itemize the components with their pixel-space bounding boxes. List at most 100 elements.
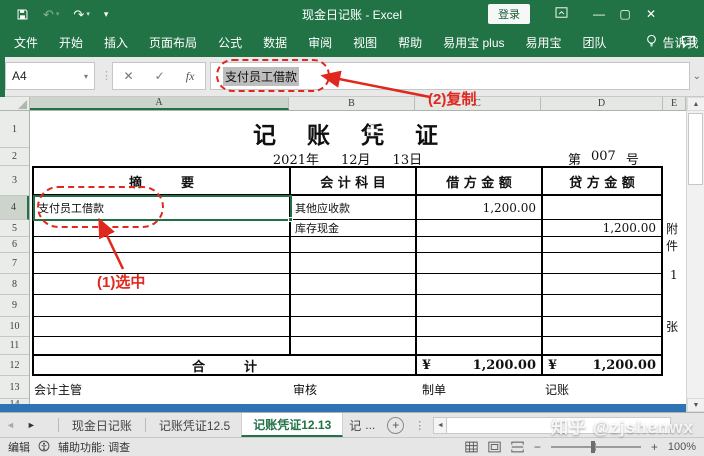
row-header[interactable]: 6 (0, 237, 29, 253)
cell[interactable] (291, 274, 417, 295)
select-all-corner[interactable] (0, 97, 30, 110)
ribbon-tab-file[interactable]: 文件 (14, 34, 38, 51)
row-header[interactable]: 1 (0, 111, 29, 148)
sheet-nav-left-icon[interactable]: ◄ (0, 420, 21, 430)
vertical-scrollbar[interactable]: ▲ ▼ (686, 97, 704, 412)
row-header[interactable]: 7 (0, 253, 29, 274)
zoom-level[interactable]: 100% (668, 441, 696, 453)
zoom-out-icon[interactable]: − (534, 440, 541, 454)
hscroll-left-icon[interactable]: ◄ (433, 417, 447, 434)
save-icon[interactable] (16, 8, 29, 21)
page-layout-view-icon[interactable] (488, 441, 501, 453)
cell[interactable] (34, 274, 291, 295)
cell[interactable] (417, 317, 543, 337)
cell-b4[interactable]: 其他应收款 (291, 196, 417, 220)
cell[interactable] (543, 317, 661, 337)
cell-a4[interactable]: 支付员工借款 (34, 196, 291, 220)
zoom-slider-thumb[interactable] (591, 441, 595, 453)
login-button[interactable]: 登录 (488, 4, 530, 24)
cell-c4[interactable]: 1,200.00 (417, 196, 543, 220)
normal-view-icon[interactable] (465, 441, 478, 453)
row-header[interactable]: 10 (0, 317, 29, 337)
cell[interactable] (417, 274, 543, 295)
cell[interactable] (543, 337, 661, 355)
row-header[interactable]: 12 (0, 355, 29, 376)
cell[interactable] (291, 317, 417, 337)
cell[interactable] (543, 295, 661, 317)
scroll-up-icon[interactable]: ▲ (687, 97, 704, 111)
cell-d5[interactable]: 1,200.00 (543, 220, 661, 237)
total-credit[interactable]: ¥ 1,200.00 (543, 355, 661, 374)
ribbon-tab-help[interactable]: 帮助 (398, 34, 422, 51)
add-sheet-icon[interactable]: + (387, 417, 404, 434)
cell[interactable] (543, 253, 661, 274)
page-break-view-icon[interactable] (511, 441, 524, 453)
cell-a5[interactable] (34, 220, 291, 237)
ribbon-tab-yiyongbao-plus[interactable]: 易用宝 plus (443, 34, 504, 51)
cell[interactable] (34, 317, 291, 337)
cell[interactable] (34, 295, 291, 317)
sheet-tab-voucher-12-13[interactable]: 记账凭证12.13 (241, 413, 343, 437)
column-header-a[interactable]: A (30, 97, 289, 110)
cell[interactable] (291, 295, 417, 317)
comment-icon[interactable] (681, 35, 696, 51)
cell-c5[interactable] (417, 220, 543, 237)
ribbon-tab-insert[interactable]: 插入 (104, 34, 128, 51)
customize-qat-icon[interactable]: ▾ (104, 10, 109, 19)
name-box[interactable]: A4 ▾ (5, 62, 95, 90)
scroll-down-icon[interactable]: ▼ (687, 398, 704, 412)
sheet-nav-right-icon[interactable]: ► (21, 420, 42, 430)
cell-d4[interactable] (543, 196, 661, 220)
minimize-button[interactable]: — (586, 7, 612, 21)
close-button[interactable]: ✕ (638, 7, 664, 21)
total-debit[interactable]: ¥ 1,200.00 (417, 355, 543, 374)
ribbon-display-options-icon[interactable] (548, 7, 574, 21)
accessibility-status[interactable]: 辅助功能: 调查 (58, 439, 130, 455)
row-header-selected[interactable]: 4 (0, 196, 29, 220)
ribbon-tab-home[interactable]: 开始 (59, 34, 83, 51)
row-header[interactable]: 3 (0, 166, 29, 196)
cell[interactable] (291, 337, 417, 355)
ribbon-tab-view[interactable]: 视图 (353, 34, 377, 51)
total-label[interactable]: 合 计 (34, 355, 417, 374)
cell[interactable] (291, 253, 417, 274)
footer-bookkeeper[interactable]: 记账 (545, 381, 569, 398)
row-header[interactable]: 11 (0, 337, 29, 355)
cell[interactable] (417, 295, 543, 317)
column-header-e[interactable]: E (663, 97, 686, 110)
expand-formula-bar-icon[interactable]: ⌄ (693, 71, 701, 82)
vertical-scrollbar-thumb[interactable] (688, 113, 703, 185)
cell[interactable] (543, 237, 661, 253)
zoom-in-icon[interactable]: + (651, 440, 658, 454)
insert-function-icon[interactable]: fx (186, 69, 195, 84)
header-debit[interactable]: 借 方 金 额 (417, 168, 543, 196)
cell-b5[interactable]: 库存现金 (291, 220, 417, 237)
ribbon-tab-review[interactable]: 审阅 (308, 34, 332, 51)
sheet-tab-partial[interactable]: 记... (343, 413, 381, 437)
ribbon-tab-data[interactable]: 数据 (263, 34, 287, 51)
header-account[interactable]: 会 计 科 目 (291, 168, 417, 196)
redo-icon[interactable]: ↷▾ (73, 8, 89, 21)
row-header[interactable]: 8 (0, 274, 29, 295)
tab-options-icon[interactable]: ⋮ (414, 419, 425, 432)
maximize-button[interactable]: ▢ (612, 7, 638, 21)
footer-preparer[interactable]: 制单 (422, 381, 446, 398)
row-header[interactable]: 5 (0, 220, 29, 237)
cell[interactable] (417, 237, 543, 253)
ribbon-tab-yiyongbao[interactable]: 易用宝 (526, 34, 562, 51)
name-box-caret-icon[interactable]: ▾ (84, 72, 88, 81)
cell[interactable] (543, 274, 661, 295)
cell[interactable] (417, 337, 543, 355)
cell[interactable] (291, 237, 417, 253)
footer-reviewer[interactable]: 审核 (293, 381, 317, 398)
zoom-slider[interactable] (551, 446, 641, 448)
row-header[interactable]: 9 (0, 295, 29, 317)
voucher-title[interactable]: 记 账 凭 证 (32, 116, 663, 150)
header-summary[interactable]: 摘 要 (34, 168, 291, 196)
ribbon-tab-page-layout[interactable]: 页面布局 (149, 34, 197, 51)
header-credit[interactable]: 贷 方 金 额 (543, 168, 661, 196)
ribbon-tab-formulas[interactable]: 公式 (218, 34, 242, 51)
cell[interactable] (417, 253, 543, 274)
undo-icon[interactable]: ↶▾ (43, 8, 59, 21)
cancel-icon[interactable]: ✕ (124, 69, 134, 83)
